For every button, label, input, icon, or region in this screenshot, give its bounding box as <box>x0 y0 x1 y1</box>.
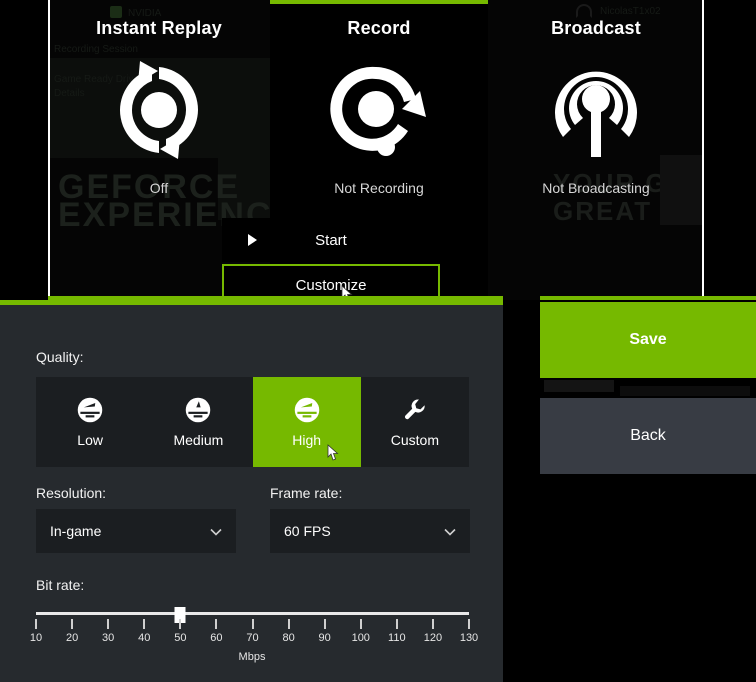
background-sliver <box>544 380 614 392</box>
start-button-label: Start <box>315 231 347 249</box>
panel-broadcast[interactable]: Broadcast Not Broadcasting <box>488 0 704 300</box>
bit-rate-field: Bit rate: 10 20 30 40 50 60 70 80 90 100 110 120 130… <box>30 577 478 663</box>
bit-rate-tick-label: 70 <box>246 632 259 644</box>
gauge-icon <box>186 397 211 423</box>
side-action-gap <box>540 378 756 398</box>
bit-rate-unit: Mbps <box>238 651 266 663</box>
back-button[interactable]: Back <box>540 398 756 474</box>
background-sliver-2 <box>620 386 750 396</box>
bit-rate-tick <box>107 619 110 629</box>
overlay-green-strip-right <box>540 296 756 300</box>
quality-option-custom-label: Custom <box>390 432 439 448</box>
bit-rate-tick <box>431 619 434 629</box>
bit-rate-tick <box>251 619 254 629</box>
save-button-label: Save <box>629 331 667 348</box>
bit-rate-tick-label: 100 <box>351 632 370 644</box>
bit-rate-tick <box>359 619 362 629</box>
bit-rate-tick <box>179 619 182 629</box>
bit-rate-tick-label: 30 <box>102 632 115 644</box>
frame-rate-field: Frame rate: 60 FPS <box>270 485 470 553</box>
chevron-down-icon <box>210 523 222 539</box>
panel-title-instant-replay: Instant Replay <box>96 18 222 38</box>
gauge-icon <box>77 397 103 423</box>
frame-rate-label: Frame rate: <box>270 485 343 501</box>
bit-rate-slider[interactable]: 10 20 30 40 50 60 70 80 90 100 110 120 130 Mbps <box>30 607 478 663</box>
resolution-value: In-game <box>50 523 102 539</box>
bit-rate-tick-label: 90 <box>318 632 331 644</box>
bit-rate-tick <box>215 619 218 629</box>
back-button-label: Back <box>630 427 666 444</box>
bit-rate-tick <box>395 619 398 629</box>
panel-title-broadcast: Broadcast <box>551 18 641 38</box>
bit-rate-tick-label: 80 <box>282 632 295 644</box>
geforce-experience-overlay: NVIDIA Recording Session Game Ready Driv… <box>0 0 756 682</box>
record-action-list: Start Customize <box>222 218 440 306</box>
panel-status-broadcast: Not Broadcasting <box>542 180 650 196</box>
quality-option-high[interactable]: High <box>252 377 361 467</box>
start-button[interactable]: Start <box>222 218 440 262</box>
resolution-field: Resolution: In-game <box>36 485 236 553</box>
side-action-buttons: Save Back <box>540 302 756 474</box>
quality-option-group: Low Medium High Custom <box>36 377 469 467</box>
play-icon <box>248 234 257 246</box>
bit-rate-label: Bit rate: <box>36 577 85 593</box>
bit-rate-tick-label: 60 <box>210 632 223 644</box>
bit-rate-tick <box>71 619 74 629</box>
gauge-icon <box>294 397 319 423</box>
panel-title-record: Record <box>347 18 411 38</box>
broadcast-icon <box>541 55 651 165</box>
capture-settings-panel: Quality: Low Medium High Custom Resoluti… <box>0 300 503 682</box>
customize-button-label: Customize <box>295 276 367 294</box>
bit-rate-tick-label: 110 <box>388 632 406 644</box>
bit-rate-tick-label: 10 <box>29 632 43 644</box>
record-icon <box>324 55 434 165</box>
chevron-down-icon <box>444 523 456 539</box>
bit-rate-tick-label: 50 <box>174 632 187 644</box>
panel-status-instant-replay: Off <box>149 180 169 196</box>
wrench-icon <box>404 399 425 420</box>
bit-rate-tick-label: 130 <box>459 632 479 644</box>
quality-label: Quality: <box>36 349 84 365</box>
resolution-label: Resolution: <box>36 485 107 501</box>
bit-rate-tick <box>323 619 326 629</box>
quality-option-low-label: Low <box>77 432 103 448</box>
quality-option-custom[interactable]: Custom <box>361 377 469 467</box>
bit-rate-tick-label: 120 <box>423 632 443 644</box>
bit-rate-tick-label: 20 <box>65 632 79 644</box>
quality-option-medium-label: Medium <box>173 432 224 448</box>
panel-status-record: Not Recording <box>334 180 424 196</box>
save-button[interactable]: Save <box>540 302 756 378</box>
overlay-divider-left <box>48 0 50 300</box>
bit-rate-tick <box>468 619 470 629</box>
bit-rate-track[interactable] <box>36 612 469 615</box>
quality-option-low[interactable]: Low <box>36 377 144 467</box>
instant-replay-icon <box>104 55 214 165</box>
resolution-select[interactable]: In-game <box>36 509 236 553</box>
quality-option-medium[interactable]: Medium <box>144 377 252 467</box>
bit-rate-tick-label: 40 <box>138 632 151 644</box>
frame-rate-value: 60 FPS <box>284 523 331 539</box>
bit-rate-tick <box>35 619 37 629</box>
bit-rate-tick <box>287 619 290 629</box>
frame-rate-select[interactable]: 60 FPS <box>270 509 470 553</box>
quality-option-high-label: High <box>292 432 322 448</box>
overlay-divider-right <box>702 0 704 300</box>
bit-rate-tick <box>143 619 146 629</box>
